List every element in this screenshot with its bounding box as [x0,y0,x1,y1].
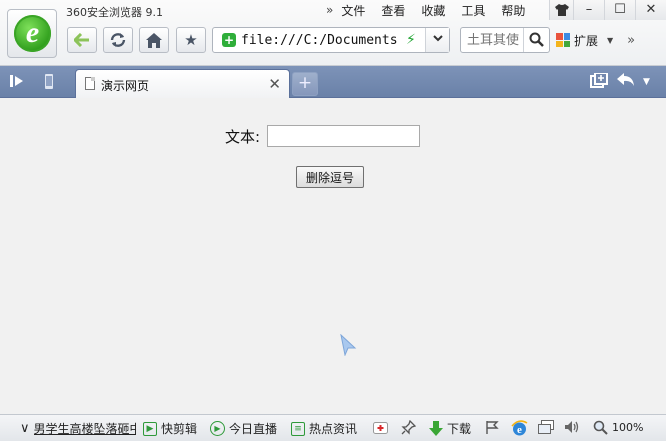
status-bar: ∨ 男学生高楼坠落砸中 ▶ 快剪辑 ▶ 今日直播 ≡ 热点资讯 下载 e 100… [0,414,666,441]
minimize-button[interactable]: – [573,0,604,20]
speed-bolt-icon[interactable]: ⚡ [406,32,416,48]
extensions-dropdown-icon[interactable]: ▼ [607,36,613,45]
menu-view[interactable]: 查看 [381,2,405,19]
menu-favorites[interactable]: 收藏 [421,2,445,19]
download-item[interactable]: 下载 [429,420,471,437]
extensions-label[interactable]: 扩展 [574,32,598,49]
expand-chevron-icon[interactable]: ∨ [20,421,30,436]
news-list-icon: ≡ [291,421,305,436]
search-box[interactable] [460,27,550,53]
download-label: 下载 [447,422,472,436]
browser-chrome: e 360安全浏览器 9.1 » 文件 查看 收藏 工具 帮助 – ☐ ✕ ★ … [0,0,666,66]
phone-icon[interactable] [44,74,54,93]
sidebar-toggle-icon[interactable] [10,74,26,92]
download-arrow-icon [429,420,443,436]
pin-icon[interactable] [401,420,416,435]
speaker-icon[interactable] [564,420,580,434]
tab-menu-dropdown-icon[interactable]: ▼ [643,77,650,87]
address-url[interactable]: file:///C:/Documents [241,33,403,48]
browser-logo-icon[interactable]: e [7,9,57,58]
text-form-row: 文本: [225,125,421,147]
tab-strip: 演示网页 ✕ + ▼ [0,66,666,98]
hot-news-label: 热点资讯 [309,422,358,436]
medical-kit-icon[interactable] [373,420,388,434]
delete-comma-button[interactable]: 删除逗号 [296,166,364,188]
window-list-icon[interactable] [538,420,554,434]
close-tab-icon[interactable]: ✕ [268,75,281,93]
hot-news-item[interactable]: ≡ 热点资讯 [291,420,357,437]
favorite-star-icon[interactable]: ★ [176,27,206,53]
live-today-label: 今日直播 [229,422,278,436]
address-bar[interactable]: + file:///C:/Documents ⚡ [212,27,450,53]
page-content: 文本: 删除逗号 [0,98,666,414]
text-input[interactable] [267,125,421,147]
new-tab-button[interactable]: + [292,72,318,96]
page-document-icon [85,77,95,90]
tab-demo-page[interactable]: 演示网页 ✕ [75,69,290,98]
quick-clip-label: 快剪辑 [161,422,198,436]
text-label: 文本: [225,127,261,146]
quick-clip-item[interactable]: ▶ 快剪辑 [143,420,197,437]
news-headline[interactable]: 男学生高楼坠落砸中 [34,420,136,437]
menu-help[interactable]: 帮助 [501,2,525,19]
extensions-grid-icon[interactable] [556,33,570,47]
tab-title: 演示网页 [101,79,150,93]
svg-text:e: e [517,424,522,436]
address-dropdown-icon[interactable] [425,28,449,52]
play-box-icon: ▶ [143,421,157,436]
window-controls: – ☐ ✕ [549,0,666,20]
app-title: 360安全浏览器 9.1 [66,6,163,19]
refresh-button[interactable] [103,27,133,53]
zoom-level: 100% [612,421,644,434]
menu-tools[interactable]: 工具 [461,2,485,19]
menu-overflow-icon[interactable]: » [326,3,333,17]
maximize-button[interactable]: ☐ [604,0,635,20]
zoom-control[interactable]: 100% [593,420,643,435]
flag-icon[interactable] [485,420,499,434]
back-button[interactable] [67,27,97,53]
play-circle-icon: ▶ [210,421,225,436]
news-ticker[interactable]: ∨ 男学生高楼坠落砸中 [20,420,136,437]
extensions-area: 扩展 ▼ » [556,29,635,51]
live-today-item[interactable]: ▶ 今日直播 [210,420,277,437]
ie-compat-icon[interactable]: e [511,420,528,437]
close-window-button[interactable]: ✕ [635,0,666,20]
menu-bar: » 文件 查看 收藏 工具 帮助 [326,2,541,18]
search-icon[interactable] [523,28,549,52]
undo-close-icon[interactable] [617,73,635,91]
skin-shirt-icon[interactable] [549,0,573,20]
toolbar-overflow-icon[interactable]: » [627,33,635,48]
mouse-cursor-icon [340,334,357,356]
zoom-magnifier-icon [593,420,608,435]
restore-tab-icon[interactable] [590,72,608,93]
security-shield-icon: + [222,33,236,47]
menu-file[interactable]: 文件 [341,2,365,19]
home-button[interactable] [139,27,169,53]
search-input[interactable] [467,32,531,48]
